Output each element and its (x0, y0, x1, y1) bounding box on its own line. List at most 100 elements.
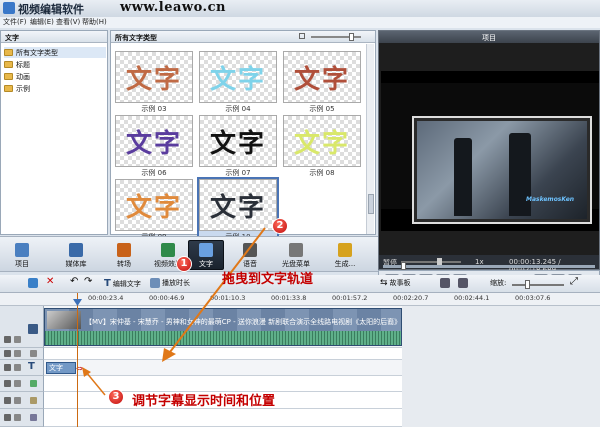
camera-icon (440, 278, 450, 288)
tool-label: 转场 (117, 260, 131, 268)
audio-waveform (45, 331, 401, 345)
text-category-panel: 文字 所有文字类型 标题 动画 示例 (0, 30, 108, 235)
eye-icon[interactable] (4, 350, 11, 357)
text-style-thumb[interactable]: 文字 示例 04 (199, 51, 277, 113)
duration-button[interactable]: 播放时长 (150, 278, 190, 288)
step-2-badge: 2 (272, 218, 288, 234)
lock-icon[interactable] (14, 414, 21, 421)
text-style-thumb[interactable]: 文字示例 09 (115, 179, 193, 241)
voice-icon (243, 243, 257, 257)
lock-icon[interactable] (14, 397, 21, 404)
category-animation[interactable]: 动画 (4, 71, 30, 82)
thumb-caption: 示例 08 (309, 169, 335, 177)
tool-button-transition[interactable]: 转场 (104, 240, 144, 270)
empty-timeline-area[interactable] (402, 306, 600, 427)
video-watermark: MaskemosKen (526, 196, 575, 203)
timeline-tracks: 【MV】宋仲基 - 宋慧乔 - 男神和女神的最萌CP - 送你浪漫 新剧联合演示… (0, 306, 600, 427)
redo-button[interactable]: ↷ (84, 276, 92, 287)
media-library-icon (69, 243, 83, 257)
project-icon (15, 243, 29, 257)
thumb-caption: 示例 06 (141, 169, 167, 177)
ruler-tick-label: 00:00:46.9 (149, 294, 185, 302)
text-style-thumb[interactable]: 文字 示例 06 (115, 115, 193, 177)
edit-text-button[interactable]: T 编辑文字 (104, 278, 141, 289)
text-style-thumb[interactable]: 文字示例 08 (283, 115, 361, 177)
menu-view[interactable]: 查看(V) (56, 17, 80, 27)
tool-button-project[interactable]: 项目 (2, 240, 42, 270)
eye-icon[interactable] (4, 397, 11, 404)
video-clip[interactable]: 【MV】宋仲基 - 宋慧乔 - 男神和女神的最萌CP - 送你浪漫 新剧联合演示… (44, 308, 402, 346)
person-silhouette (454, 138, 472, 216)
scrollbar-thumb[interactable] (368, 194, 374, 214)
category-sample[interactable]: 示例 (4, 83, 30, 94)
menu-bar: 文件(F) 编辑(E) 查看(V) 帮助(H) (0, 17, 600, 28)
timeline-ruler[interactable]: 00:00:23.4 00:00:46.9 00:01:10.3 00:01:33.8… (0, 293, 600, 306)
text-style-thumb[interactable]: 文字 示例 03 (115, 51, 193, 113)
text-style-thumb[interactable]: 文字 示例 07 (199, 115, 277, 177)
duration-label: 播放时长 (162, 279, 190, 287)
snapshot-tool-button[interactable] (440, 278, 450, 288)
voice-track-header (0, 392, 44, 409)
zoom-slider[interactable] (512, 284, 564, 286)
tool-label: 生成... (334, 260, 356, 268)
tool-button-disc-menu[interactable]: 光盘菜单 (276, 240, 316, 270)
category-label: 动画 (16, 72, 30, 81)
clip-title: 【MV】宋仲基 - 宋慧乔 - 男神和女神的最萌CP - 送你浪漫 新剧联合演示… (85, 318, 401, 326)
app-title: 视频编辑软件 (18, 3, 84, 16)
eye-icon[interactable] (4, 414, 11, 421)
disc-menu-icon (289, 243, 303, 257)
duration-icon (150, 278, 160, 288)
ruler-tick-label: 00:01:57.2 (332, 294, 368, 302)
ruler-tick-label: 00:03:07.6 (515, 294, 551, 302)
video-track-header (0, 306, 44, 348)
folder-icon (4, 61, 13, 68)
text-track-icon: T (28, 361, 35, 372)
eye-icon[interactable] (4, 336, 11, 343)
monitor-button[interactable] (458, 278, 468, 288)
zoom-label: 缩放: (490, 279, 507, 287)
playhead-line[interactable] (77, 293, 78, 427)
category-all[interactable]: 所有文字类型 (4, 47, 106, 58)
lock-icon[interactable] (14, 350, 21, 357)
tool-button-text[interactable]: 文字 (188, 240, 224, 270)
overlay-track-header (0, 348, 44, 360)
effect-track-header (0, 409, 44, 427)
small-size-icon (299, 33, 305, 39)
music-track-icon (30, 380, 37, 387)
lock-icon[interactable] (14, 336, 21, 343)
storyboard-button[interactable]: ⇆ 故事板 (380, 278, 411, 288)
zoom-knob[interactable] (525, 280, 530, 289)
thumb-size-slider-knob[interactable] (349, 33, 354, 41)
panel-header: 文字 (1, 31, 107, 43)
add-icon (28, 278, 38, 288)
undo-button[interactable]: ↶ (70, 276, 78, 287)
fit-zoom-icon[interactable]: ⤢ (570, 276, 578, 287)
tool-button-media-library[interactable]: 媒体库 (56, 240, 96, 270)
tool-button-generate[interactable]: 生成... (318, 240, 372, 270)
text-clip[interactable]: 文字 (46, 362, 76, 374)
add-clip-button[interactable] (28, 278, 38, 288)
text-style-thumb[interactable]: 文字 示例 05 (283, 51, 361, 113)
seek-bar[interactable] (383, 265, 595, 268)
volume-slider[interactable] (401, 261, 461, 263)
eye-icon[interactable] (4, 380, 11, 387)
tool-button-voice[interactable]: 语音 (230, 240, 270, 270)
lock-icon[interactable] (14, 380, 21, 387)
menu-help[interactable]: 帮助(H) (82, 17, 107, 27)
transition-icon (117, 243, 131, 257)
delete-button[interactable]: ✕ (46, 276, 54, 287)
seek-knob[interactable] (401, 262, 406, 270)
lock-icon[interactable] (14, 364, 21, 371)
thumb-sample-text: 文字 (209, 129, 266, 159)
category-title[interactable]: 标题 (4, 59, 30, 70)
tool-label: 媒体库 (65, 260, 87, 268)
eye-icon[interactable] (4, 364, 11, 371)
text-style-thumb[interactable]: 文字示例 10 (197, 177, 279, 243)
ruler-tick-label: 00:01:33.8 (271, 294, 307, 302)
website-watermark: www.leawo.cn (120, 0, 226, 15)
video-frame-overlay: MaskemosKen (412, 116, 592, 224)
thumb-sample-text: 文字 (293, 129, 350, 159)
menu-edit[interactable]: 编辑(E) (30, 17, 54, 27)
menu-file[interactable]: 文件(F) (3, 17, 27, 27)
gallery-scrollbar[interactable] (366, 44, 374, 234)
